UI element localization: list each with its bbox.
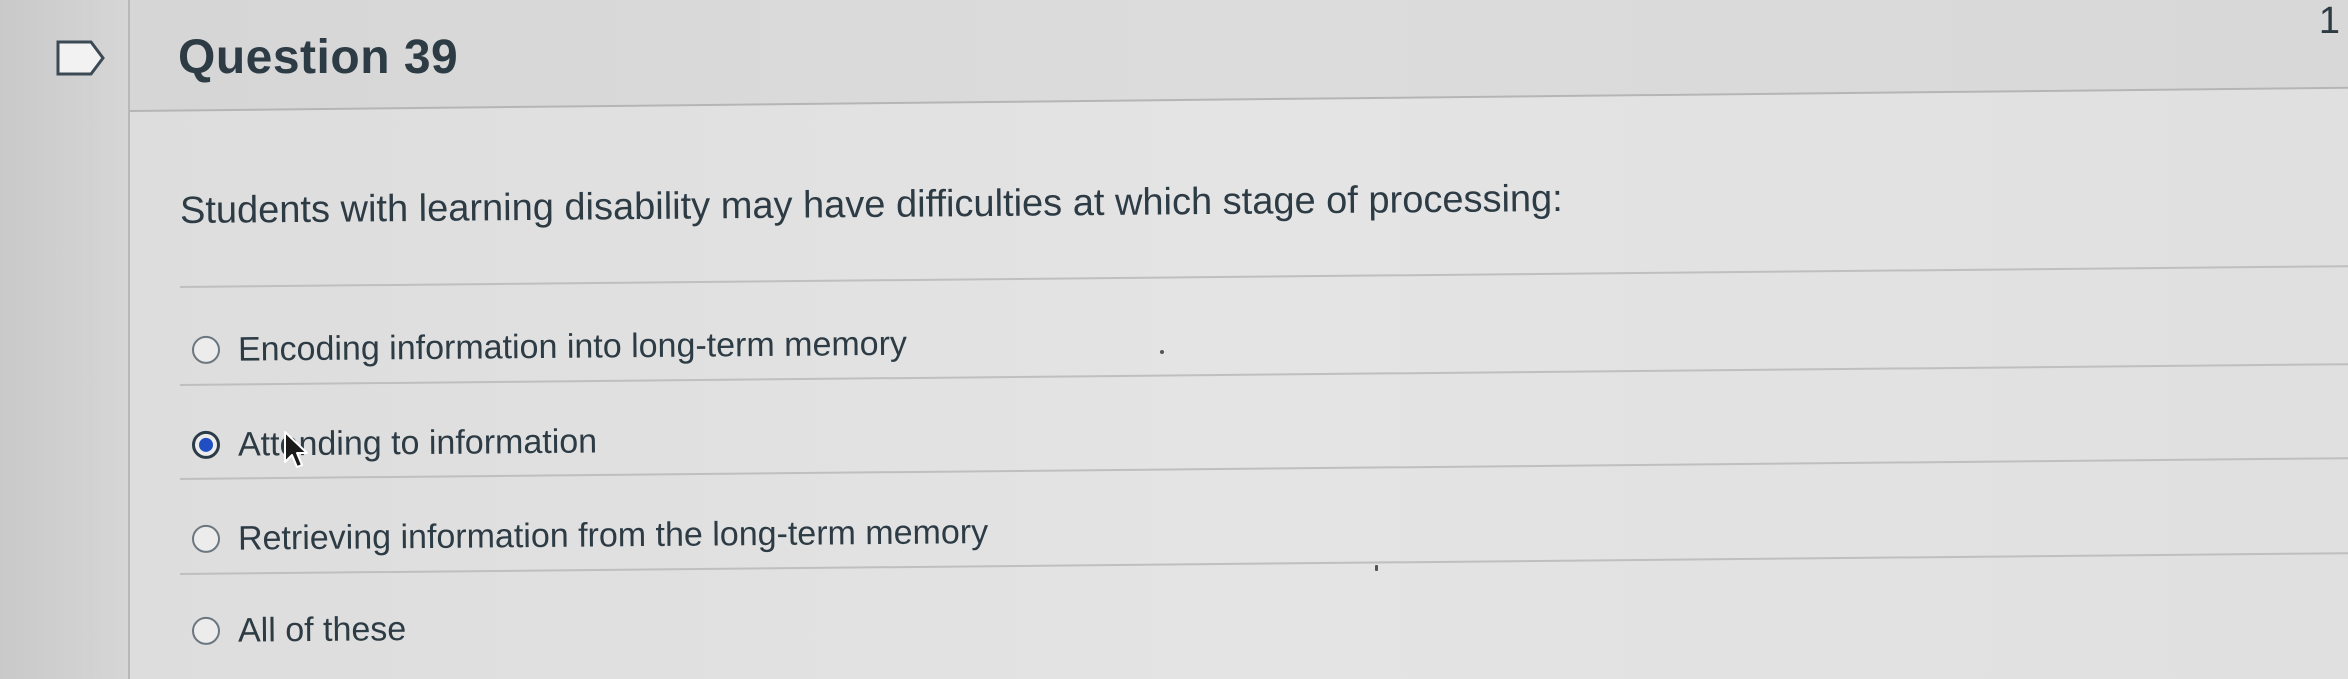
answer-option-2[interactable]: Attending to information [191,416,598,470]
question-header [130,0,2348,113]
flag-question-button[interactable] [55,38,107,78]
answer-option-1[interactable]: Encoding information into long-term memo… [191,319,908,375]
screen-speck [1160,350,1164,354]
answer-label: Encoding information into long-term memo… [237,324,908,369]
answer-option-4[interactable]: All of these [191,604,407,656]
question-title: Question 39 [178,31,459,84]
quiz-screen: Question 39 1 Students with learning dis… [0,0,2348,679]
flag-question-icon [56,40,105,76]
radio-button[interactable] [191,616,221,645]
radio-button[interactable] [191,335,221,364]
radio-button[interactable] [191,524,221,553]
question-card: Question 39 1 Students with learning dis… [128,0,2348,679]
question-text: Students with learning disability may ha… [179,177,1563,232]
radio-button-selected[interactable] [191,430,221,459]
question-gutter [0,0,128,679]
answer-label: Attending to information [237,421,598,464]
screen-speck [1375,565,1378,571]
question-points: 1 [2318,0,2340,42]
answer-label: All of these [237,609,407,650]
divider [179,265,2348,288]
answer-option-3[interactable]: Retrieving information from the long-ter… [191,507,989,564]
answer-label: Retrieving information from the long-ter… [237,512,989,558]
